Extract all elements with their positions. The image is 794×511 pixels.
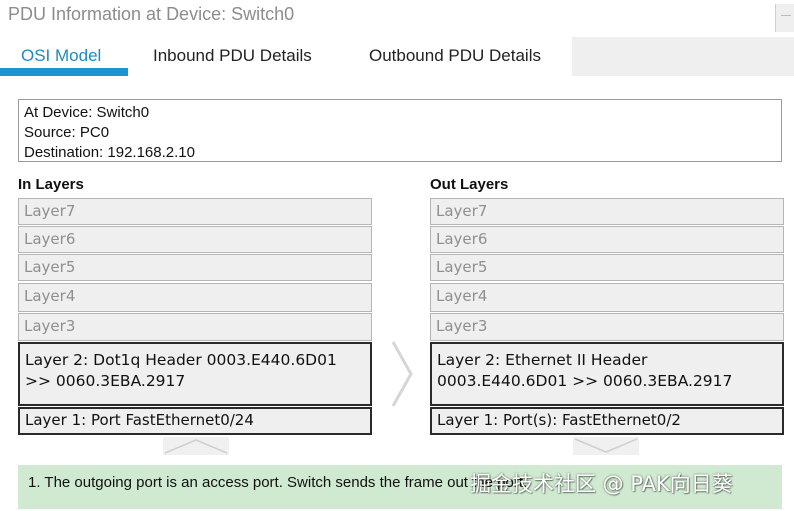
in-layer-3[interactable]: Layer3 bbox=[18, 313, 372, 341]
next-arrow-icon bbox=[391, 341, 413, 407]
step-forward-arrow-icon[interactable] bbox=[573, 437, 639, 455]
tab-inbound-pdu-details[interactable]: Inbound PDU Details bbox=[153, 46, 312, 66]
device-label: At Device: Switch0 bbox=[24, 104, 150, 121]
device-info-panel: At Device: Switch0 Source: PC0 Destinati… bbox=[18, 99, 782, 162]
tab-osi-model[interactable]: OSI Model bbox=[21, 46, 101, 66]
out-layer-7[interactable]: Layer7 bbox=[430, 198, 784, 225]
window-title: PDU Information at Device: Switch0 bbox=[8, 4, 295, 24]
close-button[interactable] bbox=[775, 4, 794, 32]
out-layer-2[interactable]: Layer 2: Ethernet II Header 0003.E440.6D… bbox=[430, 342, 784, 406]
out-layer-5[interactable]: Layer5 bbox=[430, 254, 784, 281]
out-layer-4[interactable]: Layer4 bbox=[430, 283, 784, 312]
destination-label: Destination: 192.168.2.10 bbox=[24, 144, 195, 161]
active-tab-indicator bbox=[0, 68, 128, 76]
in-layer-5[interactable]: Layer5 bbox=[18, 254, 372, 281]
out-layer-6[interactable]: Layer6 bbox=[430, 226, 784, 253]
tab-outbound-pdu-details[interactable]: Outbound PDU Details bbox=[369, 46, 541, 66]
out-layers-heading: Out Layers bbox=[430, 176, 509, 193]
in-layer-1[interactable]: Layer 1: Port FastEthernet0/24 bbox=[18, 407, 372, 435]
out-layer-3[interactable]: Layer3 bbox=[430, 313, 784, 341]
in-layer-2[interactable]: Layer 2: Dot1q Header 0003.E440.6D01 >> … bbox=[18, 342, 372, 406]
in-layers-heading: In Layers bbox=[18, 176, 84, 193]
tab-bar-filler bbox=[572, 37, 794, 76]
step-back-arrow-icon[interactable] bbox=[163, 437, 229, 455]
in-layer-7[interactable]: Layer7 bbox=[18, 198, 372, 225]
watermark: 掘金技术社区 @ PAK向日葵 bbox=[470, 472, 733, 496]
in-layer-4[interactable]: Layer4 bbox=[18, 283, 372, 312]
out-layer-1[interactable]: Layer 1: Port(s): FastEthernet0/2 bbox=[430, 407, 784, 435]
in-layer-6[interactable]: Layer6 bbox=[18, 226, 372, 253]
source-label: Source: PC0 bbox=[24, 124, 110, 141]
